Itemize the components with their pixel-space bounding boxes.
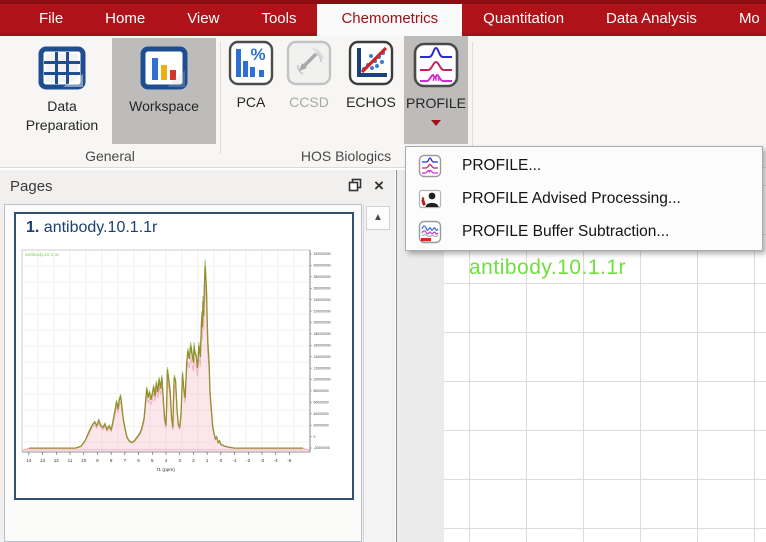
- svg-text:%: %: [250, 45, 265, 64]
- menu-view[interactable]: View: [166, 4, 240, 33]
- page-name: antibody.10.1.1r: [44, 219, 158, 236]
- svg-text:200000000: 200000000: [314, 321, 331, 325]
- menu-tools[interactable]: Tools: [240, 4, 317, 33]
- menubar: File Home View Tools Chemometrics Quanti…: [0, 0, 766, 36]
- svg-text:antibody.10.1.1r: antibody.10.1.1r: [25, 252, 59, 258]
- ribbon-group-separator: [220, 42, 221, 154]
- ribbon-button-label: Workspace: [129, 97, 199, 116]
- svg-text:280000000: 280000000: [314, 275, 331, 279]
- application-window: File Home View Tools Chemometrics Quanti…: [0, 0, 766, 542]
- ribbon-button-label: ECHOS: [346, 94, 396, 110]
- svg-text:11: 11: [68, 458, 73, 463]
- ribbon-button-label: PCA: [237, 94, 266, 110]
- svg-text:f1 (ppm): f1 (ppm): [157, 467, 175, 473]
- svg-text:180000000: 180000000: [314, 332, 331, 336]
- svg-text:-1: -1: [233, 458, 238, 463]
- svg-text:320000000: 320000000: [314, 252, 331, 256]
- svg-text:6: 6: [137, 458, 140, 463]
- profile-icon: [412, 41, 460, 89]
- svg-text:300000000: 300000000: [314, 264, 331, 268]
- menu-chemometrics[interactable]: Chemometrics: [317, 4, 462, 36]
- ribbon-button-workspace[interactable]: Workspace: [112, 38, 216, 144]
- pages-scrollbar[interactable]: ▲: [363, 204, 392, 542]
- svg-text:40000000: 40000000: [314, 412, 329, 416]
- svg-text:0: 0: [314, 435, 316, 439]
- ccsd-icon: [286, 40, 332, 86]
- close-panel-icon[interactable]: ×: [370, 178, 388, 196]
- ribbon-group-separator: [472, 42, 473, 154]
- menu-file[interactable]: File: [18, 4, 84, 33]
- svg-text:8: 8: [110, 458, 113, 463]
- scroll-up-arrow-icon[interactable]: ▲: [366, 206, 390, 230]
- svg-text:14: 14: [26, 458, 32, 463]
- svg-text:100000000: 100000000: [314, 378, 331, 382]
- ribbon-button-label: Data Preparation: [12, 97, 112, 135]
- svg-text:9: 9: [96, 458, 99, 463]
- svg-text:5: 5: [151, 458, 154, 463]
- chevron-down-icon[interactable]: [431, 120, 441, 126]
- svg-text:240000000: 240000000: [314, 298, 331, 302]
- menu-item-label: PROFILE Buffer Subtraction...: [462, 223, 669, 241]
- menu-item-label: PROFILE Advised Processing...: [462, 190, 681, 208]
- svg-text:-20000000: -20000000: [314, 446, 330, 450]
- svg-text:1: 1: [206, 458, 209, 463]
- menu-item-label: PROFILE...: [462, 157, 541, 175]
- svg-text:120000000: 120000000: [314, 366, 331, 370]
- data-table-icon: [38, 44, 86, 92]
- ribbon-button-ccsd: CCSD: [283, 40, 335, 110]
- buffer-subtraction-icon: [418, 220, 442, 244]
- svg-text:-4: -4: [274, 458, 279, 463]
- profile-curves-icon: [418, 154, 442, 178]
- menu-item-profile-buffer-subtraction[interactable]: PROFILE Buffer Subtraction...: [406, 215, 762, 248]
- workspace-chart-icon: [140, 44, 188, 92]
- svg-text:20000000: 20000000: [314, 423, 329, 427]
- svg-text:140000000: 140000000: [314, 355, 331, 359]
- advised-processing-icon: [418, 187, 442, 211]
- ribbon-button-data-preparation[interactable]: Data Preparation: [12, 38, 112, 144]
- svg-text:160000000: 160000000: [314, 343, 331, 347]
- ribbon-button-label: PROFILE: [406, 94, 466, 113]
- menu-item-profile[interactable]: PROFILE...: [406, 149, 762, 182]
- menu-item-profile-advised-processing[interactable]: PROFILE Advised Processing...: [406, 182, 762, 215]
- svg-text:220000000: 220000000: [314, 309, 331, 313]
- menu-quantitation[interactable]: Quantitation: [462, 4, 585, 33]
- float-panel-icon[interactable]: [348, 178, 366, 196]
- svg-text:12: 12: [54, 458, 60, 463]
- menu-data-analysis[interactable]: Data Analysis: [585, 4, 718, 33]
- svg-text:-3: -3: [260, 458, 265, 463]
- menu-home[interactable]: Home: [84, 4, 166, 33]
- svg-text:2: 2: [192, 458, 195, 463]
- ribbon-button-echos[interactable]: ECHOS: [341, 40, 401, 110]
- ribbon-group-general: General: [0, 148, 220, 164]
- svg-text:260000000: 260000000: [314, 286, 331, 290]
- svg-text:-5: -5: [287, 458, 292, 463]
- svg-text:-2: -2: [246, 458, 251, 463]
- pages-panel-title: Pages: [10, 178, 53, 195]
- spectrum-svg: 14131211109876543210-1-2-3-4-5f1 (ppm)32…: [18, 242, 350, 496]
- pages-list: 1. antibody.10.1.1r 14131211109876543210…: [4, 204, 362, 542]
- pca-icon: %: [228, 40, 274, 86]
- svg-text:60000000: 60000000: [314, 401, 329, 405]
- page-thumbnail-1[interactable]: 1. antibody.10.1.1r 14131211109876543210…: [14, 212, 354, 500]
- page-thumbnail-label: 1. antibody.10.1.1r: [26, 219, 157, 237]
- svg-text:7: 7: [124, 458, 127, 463]
- pages-panel: Pages × 1. antibody.10.1.1r 141312111098…: [0, 170, 395, 542]
- svg-text:4: 4: [165, 458, 168, 463]
- echos-icon: [348, 40, 394, 86]
- svg-text:80000000: 80000000: [314, 389, 329, 393]
- profile-dropdown-menu: PROFILE... PROFILE Advised Processing...: [405, 146, 763, 251]
- svg-text:3: 3: [178, 458, 181, 463]
- spectrum-title-label: antibody.10.1.1r: [469, 256, 626, 280]
- page-number: 1.: [26, 219, 39, 236]
- ribbon-button-label: CCSD: [289, 94, 329, 110]
- pages-panel-header: Pages ×: [0, 170, 395, 202]
- svg-text:0: 0: [220, 458, 223, 463]
- svg-text:10: 10: [81, 458, 87, 463]
- svg-text:13: 13: [40, 458, 46, 463]
- menu-more-clipped[interactable]: Mo: [718, 4, 766, 33]
- ribbon-button-profile[interactable]: PROFILE: [404, 36, 468, 144]
- ribbon-button-pca[interactable]: % PCA: [224, 40, 278, 110]
